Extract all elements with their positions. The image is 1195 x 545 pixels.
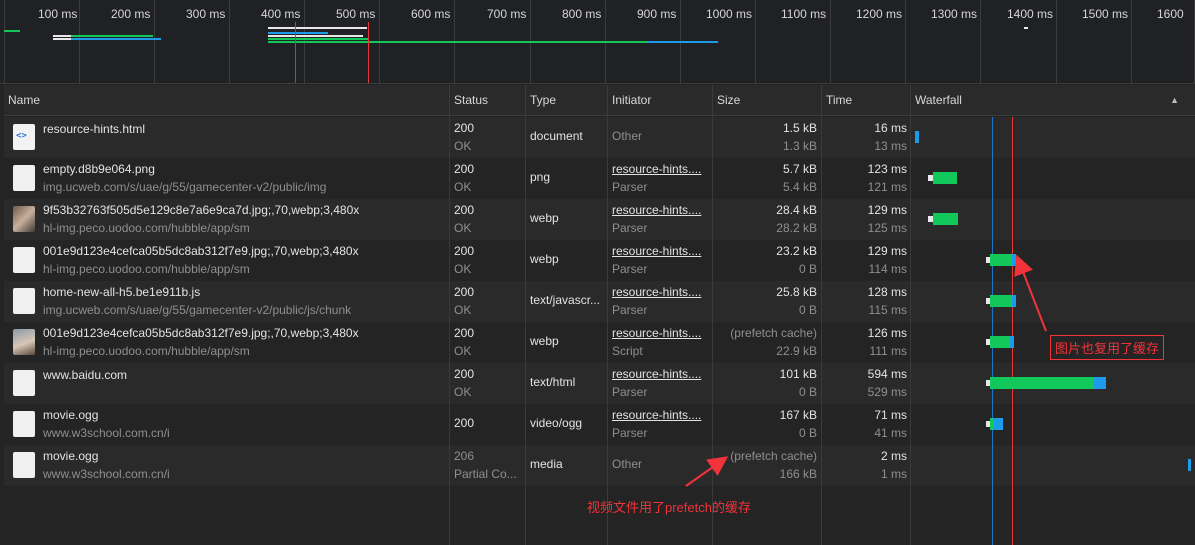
annotation-arrows: [685, 254, 1047, 487]
annotation-video-cache: 视频文件用了prefetch的缓存: [587, 500, 751, 515]
annotation-image-cache: 图片也复用了缓存: [1050, 335, 1165, 360]
annotation-arrow-video: [685, 456, 729, 487]
annotation-arrow-image: [1014, 254, 1047, 332]
